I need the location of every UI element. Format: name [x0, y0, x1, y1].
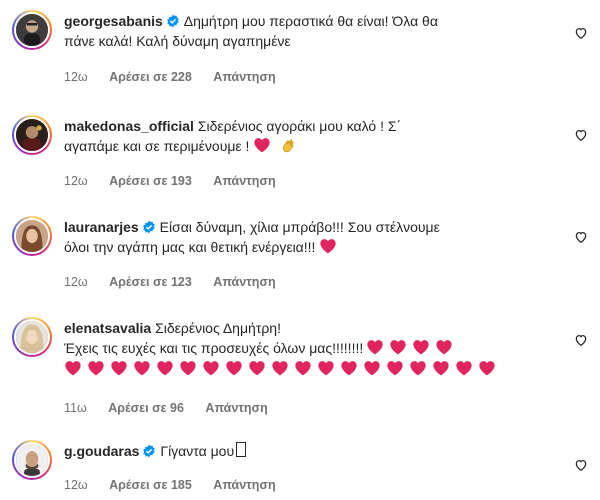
comment-text-line: Σιδερένιος αγοράκι μου καλό ! Σ΄	[197, 118, 402, 134]
red-heart-icon	[295, 361, 311, 376]
avatar[interactable]	[12, 216, 52, 256]
likes-count[interactable]: Αρέσει σε 185	[109, 478, 192, 492]
comment-body: makedonas_official Σιδερένιος αγοράκι μο…	[64, 116, 564, 156]
red-heart-icon	[390, 340, 406, 355]
verified-badge-icon	[167, 14, 179, 28]
red-heart-icon	[367, 340, 383, 355]
comments-list: georgesabanis Δημήτρη μου περαστικά θα ε…	[0, 0, 600, 500]
red-heart-icon	[436, 340, 452, 355]
avatar[interactable]	[12, 440, 52, 480]
reply-button[interactable]: Απάντηση	[213, 70, 275, 84]
reply-button[interactable]: Απάντηση	[213, 478, 275, 492]
likes-count[interactable]: Αρέσει σε 228	[109, 70, 192, 84]
heart-outline-icon[interactable]	[574, 333, 588, 347]
red-heart-icon	[226, 361, 242, 376]
red-heart-icon	[254, 138, 270, 153]
comment-username[interactable]: lauranarjes	[64, 219, 139, 235]
red-heart-icon	[433, 361, 449, 376]
comment-text-line: Γίγαντα μου	[160, 443, 235, 459]
reply-button[interactable]: Απάντηση	[213, 174, 275, 188]
avatar[interactable]	[12, 317, 52, 357]
red-heart-icon	[157, 361, 173, 376]
red-heart-icon	[318, 361, 334, 376]
red-heart-icon	[180, 361, 196, 376]
comment-text-line: Έχεις τις ευχές και τις προσευχές όλων μ…	[64, 340, 364, 356]
comment-username[interactable]: g.goudaras	[64, 443, 139, 459]
clapping-hands-icon	[283, 139, 294, 153]
comment-meta: 12ω Αρέσει σε 185 Απάντηση	[64, 478, 294, 492]
comment-username[interactable]: makedonas_official	[64, 118, 194, 134]
heart-outline-icon[interactable]	[574, 128, 588, 142]
avatar[interactable]	[12, 10, 52, 50]
heart-outline-icon[interactable]	[574, 458, 588, 472]
comment-meta: 12ω Αρέσει σε 193 Απάντηση	[64, 174, 294, 188]
comment-body: lauranarjes Είσαι δύναμη, χίλια μπράβο!!…	[64, 217, 564, 257]
avatar[interactable]	[12, 115, 52, 155]
red-heart-icon	[413, 340, 429, 355]
reply-button[interactable]: Απάντηση	[205, 401, 267, 415]
verified-badge-icon	[142, 220, 155, 234]
comment-body: elenatsavalia Σιδερένιος Δημήτρη! Έχεις …	[64, 318, 564, 376]
comment-username[interactable]: elenatsavalia	[64, 320, 151, 336]
inline-hearts	[363, 340, 458, 356]
red-heart-icon	[387, 361, 403, 376]
red-heart-icon	[88, 361, 104, 376]
comment-text-line: Είσαι δύναμη, χίλια μπράβο!!! Σου στέλνο…	[159, 219, 440, 235]
red-heart-icon	[272, 361, 288, 376]
comment-time: 12ω	[64, 174, 88, 188]
red-heart-icon	[479, 361, 495, 376]
heart-outline-icon[interactable]	[574, 26, 588, 40]
likes-count[interactable]: Αρέσει σε 96	[108, 401, 184, 415]
red-heart-icon	[249, 361, 265, 376]
comment-text-line: Σιδερένιος Δημήτρη!	[155, 320, 281, 336]
missing-glyph-icon	[236, 442, 247, 457]
comment-text-line: πάνε καλά! Καλή δύναμη αγαπημένε	[64, 33, 291, 49]
red-heart-icon	[410, 361, 426, 376]
verified-badge-icon	[143, 444, 156, 458]
comment-body: georgesabanis Δημήτρη μου περαστικά θα ε…	[64, 11, 564, 51]
red-heart-icon	[364, 361, 380, 376]
comment-meta: 12ω Αρέσει σε 123 Απάντηση	[64, 275, 294, 289]
likes-count[interactable]: Αρέσει σε 193	[109, 174, 192, 188]
red-heart-icon	[203, 361, 219, 376]
comment-text-line: Δημήτρη μου περαστικά θα είναι! Όλα θα	[183, 13, 438, 29]
red-heart-icon	[456, 361, 472, 376]
red-heart-icon	[111, 361, 127, 376]
comment-text-line: όλοι την αγάπη μας και θετική ενέργεια!!…	[64, 239, 316, 255]
comment-time: 12ω	[64, 478, 88, 492]
comment-time: 12ω	[64, 275, 88, 289]
red-heart-icon	[134, 361, 150, 376]
comment-time: 11ω	[64, 401, 87, 415]
red-heart-icon	[320, 239, 336, 254]
comment-username[interactable]: georgesabanis	[64, 13, 163, 29]
hearts-row	[64, 360, 564, 376]
comment-meta: 11ω Αρέσει σε 96 Απάντηση	[64, 401, 286, 415]
likes-count[interactable]: Αρέσει σε 123	[109, 275, 192, 289]
red-heart-icon	[341, 361, 357, 376]
comment-meta: 12ω Αρέσει σε 228 Απάντηση	[64, 70, 294, 84]
comment-text-line: αγαπάμε και σε περιμένουμε !	[64, 138, 250, 154]
heart-outline-icon[interactable]	[574, 230, 588, 244]
red-heart-icon	[65, 361, 81, 376]
reply-button[interactable]: Απάντηση	[213, 275, 275, 289]
comment-time: 12ω	[64, 70, 88, 84]
comment-body: g.goudaras Γίγαντα μου	[64, 441, 564, 461]
